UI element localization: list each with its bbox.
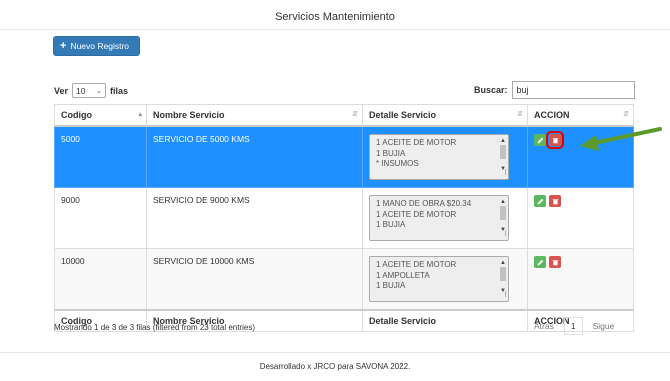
edit-icon — [537, 259, 543, 265]
table-row[interactable]: 10000 SERVICIO DE 10000 KMS 1 ACEITE DE … — [54, 248, 634, 311]
edit-icon — [537, 198, 543, 204]
cell-nombre: SERVICIO DE 5000 KMS — [146, 125, 363, 188]
cell-codigo: 9000 — [54, 187, 147, 249]
detail-line: 1 MANO DE OBRA $20.34 — [376, 199, 472, 208]
table-row[interactable]: 9000 SERVICIO DE 9000 KMS 1 MANO DE OBRA… — [54, 187, 634, 249]
delete-button[interactable] — [549, 195, 561, 207]
detail-line: 1 AMPOLLETA — [376, 270, 430, 280]
edit-button[interactable] — [534, 134, 546, 146]
cell-detalle: 1 MANO DE OBRA $20.34 1 ACEITE DE MOTOR … — [362, 187, 528, 249]
table-info: Mostrando 1 de 3 de 3 filas (filtered fr… — [54, 323, 255, 332]
cell-codigo: 10000 — [54, 248, 147, 311]
search-input[interactable] — [511, 81, 635, 99]
edit-button[interactable] — [534, 195, 546, 207]
table-header-row: Codigo ▴ Nombre Servicio ⇵ Detalle Servici… — [54, 104, 634, 127]
table-row[interactable]: 5000 SERVICIO DE 5000 KMS 1 ACEITE DE MO… — [54, 125, 634, 188]
detail-line: 1 ACEITE DE MOTOR — [376, 138, 457, 147]
detail-textarea[interactable]: 1 MANO DE OBRA $20.34 1 ACEITE DE MOTOR … — [369, 195, 509, 241]
column-header-detalle[interactable]: Detalle Servicio ⇵ — [362, 104, 528, 127]
detail-textarea[interactable]: 1 ACEITE DE MOTOR 1 AMPOLLETA 1 BUJIA ▲ ▼… — [369, 256, 509, 302]
cell-nombre: SERVICIO DE 9000 KMS — [146, 187, 363, 249]
length-suffix: filas — [110, 85, 129, 96]
column-header-codigo[interactable]: Codigo ▴ — [54, 104, 147, 127]
cell-nombre: SERVICIO DE 10000 KMS — [146, 248, 363, 311]
edit-button[interactable] — [534, 256, 546, 268]
pagination: Atras 1 Sigue — [530, 317, 618, 335]
delete-button[interactable] — [546, 131, 564, 149]
column-header-nombre[interactable]: Nombre Servicio ⇵ — [146, 104, 363, 127]
chevron-down-icon: ⌄ — [96, 87, 103, 95]
sort-asc-icon: ▴ — [138, 111, 142, 118]
footer-divider — [0, 352, 670, 353]
services-table: Codigo ▴ Nombre Servicio ⇵ Detalle Servici… — [54, 104, 634, 332]
prev-page-button[interactable]: Atras — [530, 318, 558, 334]
page-title: Servicios Mantenimiento — [275, 11, 395, 23]
trash-icon — [552, 198, 558, 204]
page-1-button[interactable]: 1 — [563, 317, 583, 335]
new-record-button[interactable]: + Nuevo Registro — [53, 36, 140, 56]
resize-grip-icon[interactable]: ⁅ — [505, 168, 507, 179]
length-prefix: Ver — [54, 85, 69, 96]
page-header: Servicios Mantenimiento — [0, 0, 670, 30]
detail-line: 1 BUJIA — [376, 220, 406, 229]
resize-grip-icon[interactable]: ⁅ — [505, 229, 507, 240]
detail-line: 1 BUJIA — [376, 148, 406, 158]
footer-detalle: Detalle Servicio — [362, 309, 528, 332]
cell-accion — [527, 187, 634, 249]
detail-line: 1 ACEITE DE MOTOR — [376, 260, 457, 269]
new-record-label: Nuevo Registro — [70, 41, 130, 51]
cell-codigo: 5000 — [54, 125, 147, 188]
sort-icon: ⇵ — [352, 111, 358, 118]
cell-detalle: 1 ACEITE DE MOTOR 1 AMPOLLETA 1 BUJIA ▲ ▼… — [362, 248, 528, 311]
length-control: Ver 10 ⌄ filas — [54, 83, 128, 98]
detail-textarea[interactable]: 1 ACEITE DE MOTOR 1 BUJIA * INSUMOS ▲ ▼ ⁅ — [369, 134, 509, 180]
trash-icon — [552, 259, 558, 265]
detail-line: 1 BUJIA — [376, 281, 406, 290]
plus-icon: + — [60, 39, 67, 52]
sort-icon: ⇵ — [623, 111, 629, 118]
delete-button[interactable] — [549, 256, 561, 268]
page-footer: Desarrollado x JRCO para SAVONA 2022. — [259, 362, 411, 371]
trash-icon — [552, 137, 558, 143]
page-length-value: 10 — [76, 85, 86, 96]
detail-line: * INSUMOS — [376, 159, 419, 168]
next-page-button[interactable]: Sigue — [589, 318, 619, 334]
edit-icon — [537, 137, 543, 143]
column-header-accion[interactable]: ACCION ⇵ — [527, 104, 634, 127]
search-label: Buscar: — [474, 85, 508, 95]
cell-accion — [527, 248, 634, 311]
search-control: Buscar: — [474, 81, 635, 99]
annotation-arrow-icon — [580, 127, 662, 151]
detail-line: 1 ACEITE DE MOTOR — [376, 209, 457, 219]
sort-icon: ⇵ — [517, 111, 523, 118]
page-length-select[interactable]: 10 ⌄ — [72, 83, 107, 98]
resize-grip-icon[interactable]: ⁅ — [505, 290, 507, 301]
cell-detalle: 1 ACEITE DE MOTOR 1 BUJIA * INSUMOS ▲ ▼ ⁅ — [362, 125, 528, 188]
